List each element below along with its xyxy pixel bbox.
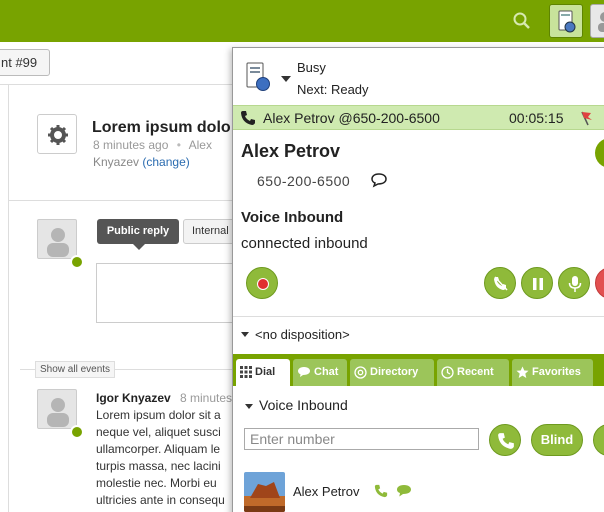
- search-icon[interactable]: [512, 11, 532, 31]
- comment-line: Lorem ipsum dolor sit a: [96, 408, 221, 422]
- record-button[interactable]: [246, 267, 278, 299]
- softphone-panel: Busy Next: Ready Alex Petrov @650-200-65…: [232, 47, 604, 512]
- dial-call-button[interactable]: [489, 424, 521, 456]
- comment-line: molestie nec. Morbi eu: [96, 476, 217, 490]
- tab-label: Chat: [314, 366, 339, 378]
- avatar: [37, 389, 77, 429]
- contact-photo: [244, 472, 285, 512]
- divider: [233, 316, 604, 317]
- dial-queue-select[interactable]: Voice Inbound: [259, 397, 348, 413]
- call-party: Alex Petrov @650-200-6500: [263, 110, 440, 126]
- tab-directory[interactable]: Directory: [350, 359, 434, 386]
- ticket-time: 8 minutes ago: [93, 138, 169, 152]
- keypad-icon: [240, 366, 252, 379]
- ticket-tab[interactable]: nt #99: [0, 49, 50, 76]
- phone-icon: [241, 111, 255, 125]
- comment-body: Lorem ipsum dolor sit a neque vel, aliqu…: [96, 407, 236, 512]
- comment-author[interactable]: Igor Knyazev: [96, 391, 171, 405]
- agent-next-status: Next: Ready: [297, 82, 369, 97]
- caller-name: Alex Petrov: [241, 141, 341, 161]
- softphone-toggle-button[interactable]: [549, 4, 583, 38]
- queue-dropdown-caret[interactable]: [245, 404, 253, 409]
- tab-chat[interactable]: Chat: [293, 359, 347, 386]
- disposition-select[interactable]: <no disposition>: [255, 327, 350, 342]
- phone-icon: [498, 433, 514, 449]
- tab-label: Favorites: [532, 366, 581, 378]
- pause-icon: [533, 278, 543, 290]
- gear-icon: [48, 125, 68, 145]
- tab-favorites[interactable]: Favorites: [512, 359, 593, 386]
- record-icon: [257, 278, 269, 290]
- microphone-button[interactable]: [558, 267, 590, 299]
- ticket-title: Lorem ipsum dolo: [92, 119, 231, 136]
- show-all-events-button[interactable]: Show all events: [35, 361, 116, 378]
- caller-phone: 650-200-6500: [257, 173, 351, 189]
- star-icon: [516, 366, 529, 378]
- caller-action-button[interactable]: [595, 138, 604, 168]
- chat-icon[interactable]: [396, 484, 412, 498]
- divider: [8, 84, 9, 512]
- mute-button[interactable]: [484, 267, 516, 299]
- divider: [0, 84, 233, 85]
- avatar: [37, 219, 77, 259]
- comment-line: neque vel, aliquet susci: [96, 425, 221, 439]
- call-state: connected inbound: [241, 235, 368, 252]
- call-timer: 00:05:15: [509, 110, 564, 126]
- hangup-button[interactable]: [595, 267, 604, 299]
- presence-indicator: [70, 425, 84, 439]
- at-icon: [354, 365, 367, 379]
- disposition-dropdown-caret[interactable]: [241, 332, 249, 337]
- top-bar: [0, 0, 604, 42]
- ticket-assignee: Knyazev: [93, 155, 140, 169]
- softphone-icon: [558, 10, 576, 33]
- meta-separator: •: [176, 138, 181, 152]
- hold-button[interactable]: [521, 267, 553, 299]
- ticket-options-button[interactable]: [37, 114, 77, 154]
- chat-icon: [298, 367, 310, 378]
- chat-bubble-icon[interactable]: [370, 172, 388, 188]
- chat-transfer-button[interactable]: [593, 424, 604, 456]
- tab-label: Recent: [457, 366, 494, 378]
- active-call-bar[interactable]: Alex Petrov @650-200-6500 00:05:15: [233, 105, 604, 130]
- status-dropdown-caret[interactable]: [281, 76, 291, 82]
- presence-indicator: [70, 255, 84, 269]
- tab-label: Directory: [370, 366, 419, 378]
- change-assignee-link[interactable]: (change): [142, 155, 189, 169]
- clock-icon: [441, 365, 454, 379]
- ticket-assignee-row: Knyazev (change): [93, 155, 190, 169]
- tab-dial[interactable]: Dial: [236, 359, 290, 386]
- tab-label: Dial: [255, 366, 276, 378]
- microphone-icon: [568, 276, 582, 292]
- divider: [8, 200, 233, 201]
- agent-status-icon[interactable]: [245, 62, 271, 92]
- number-input[interactable]: [244, 428, 479, 450]
- agent-status[interactable]: Busy: [297, 60, 326, 75]
- comment-line: ultricies ante in consequ: [96, 493, 225, 507]
- ticket-meta: 8 minutes ago • Alex: [93, 138, 212, 152]
- internal-note-button[interactable]: Internal: [183, 219, 238, 244]
- user-icon: [598, 12, 604, 32]
- user-menu-button[interactable]: [590, 4, 604, 38]
- mute-icon: [494, 276, 508, 291]
- comment-time: 8 minutes: [180, 391, 233, 405]
- reply-textarea[interactable]: [96, 263, 236, 323]
- blind-transfer-button[interactable]: Blind: [531, 424, 583, 456]
- tab-recent[interactable]: Recent: [437, 359, 509, 386]
- contact-name[interactable]: Alex Petrov: [293, 484, 359, 499]
- softphone-tabs: Dial Chat Directory Recent Favorites: [233, 354, 604, 386]
- flag-icon[interactable]: [579, 110, 595, 126]
- public-reply-button[interactable]: Public reply: [97, 219, 179, 250]
- phone-icon[interactable]: [374, 484, 388, 498]
- comment-line: turpis massa, nec lacini: [96, 459, 221, 473]
- ticket-requester: Alex: [188, 138, 212, 152]
- call-type: Voice Inbound: [241, 209, 344, 226]
- comment-line: ullamcorper. Aliquam le: [96, 442, 221, 456]
